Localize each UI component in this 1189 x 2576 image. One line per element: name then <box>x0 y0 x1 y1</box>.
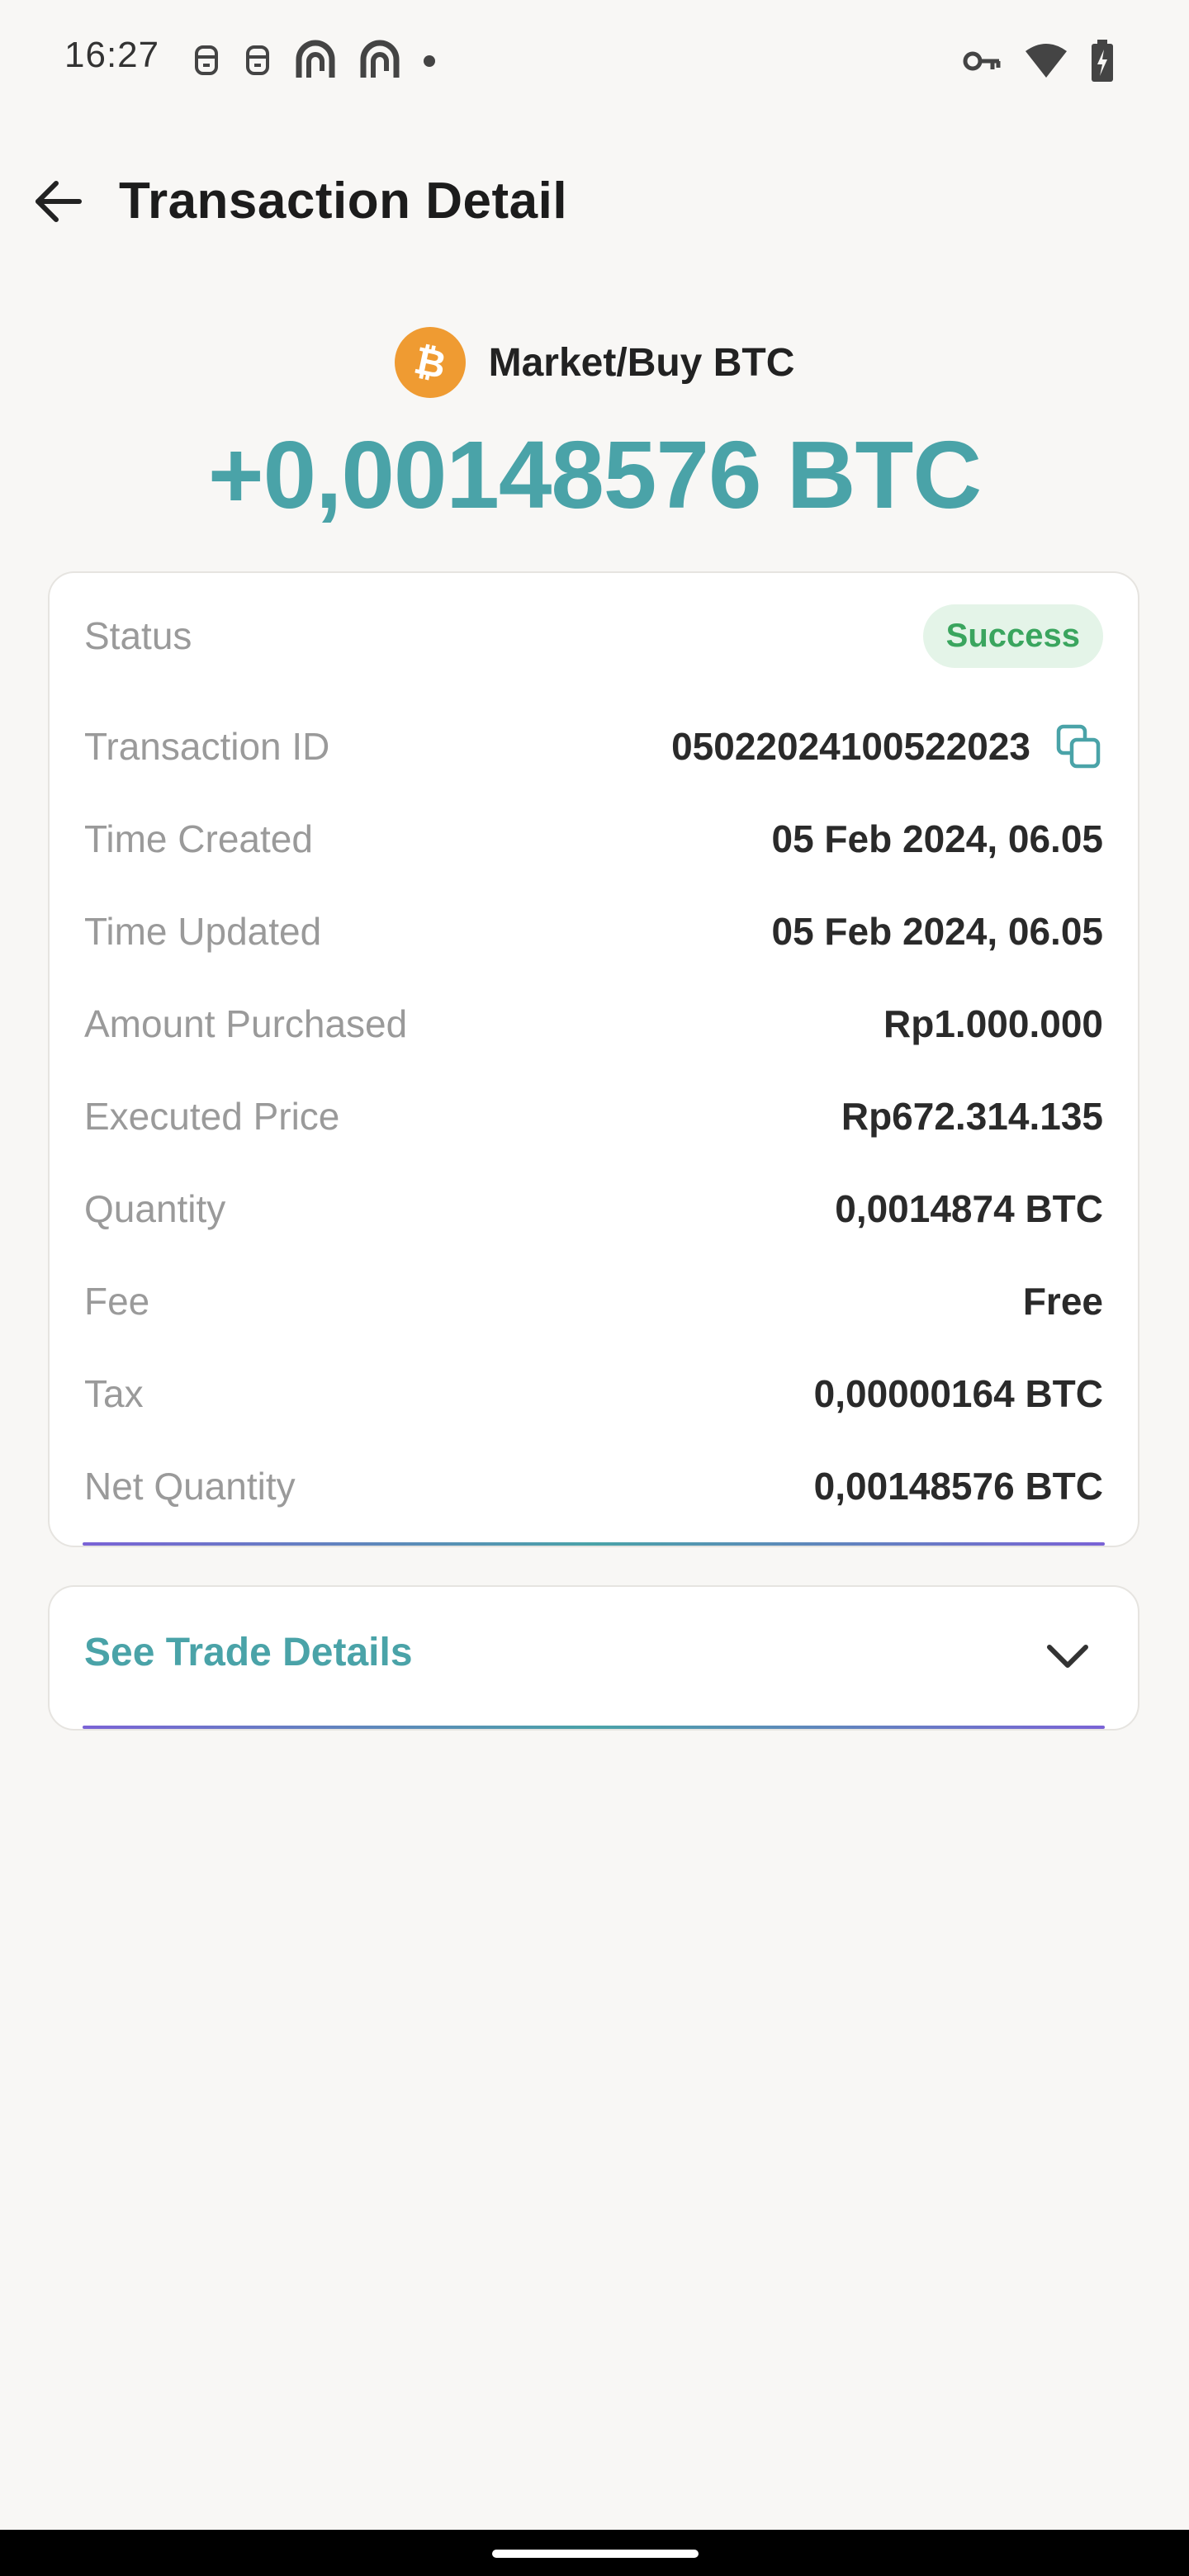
wifi-icon <box>1026 44 1067 78</box>
vpn-key-icon <box>963 51 1001 71</box>
detail-row-fee: Fee Free <box>84 1268 1103 1334</box>
home-gesture-handle[interactable] <box>492 2550 699 2558</box>
chevron-down-icon <box>1039 1628 1097 1686</box>
transaction-type-row: ₿ Market/Buy BTC <box>0 325 1189 400</box>
quantity-label: Quantity <box>84 1187 226 1230</box>
arrow-left-icon <box>36 181 82 222</box>
time-updated-value: 05 Feb 2024, 06.05 <box>771 910 1103 953</box>
net-quantity-value: 0,00148576 BTC <box>813 1465 1103 1508</box>
transaction-id-value: 05022024100522023 <box>671 725 1030 768</box>
transaction-details-card: Status Success Transaction ID 0502202410… <box>48 571 1139 1547</box>
time-updated-label: Time Updated <box>84 910 322 953</box>
tax-label: Tax <box>84 1372 144 1415</box>
fee-label: Fee <box>84 1280 150 1323</box>
battery-icon <box>1092 40 1113 82</box>
detail-row-transaction-id: Transaction ID 05022024100522023 <box>84 713 1103 779</box>
notification-icon <box>195 45 218 75</box>
notification-icon <box>246 45 269 75</box>
detail-row-executed-price: Executed Price Rp672.314.135 <box>84 1083 1103 1149</box>
amount-purchased-label: Amount Purchased <box>84 1002 408 1045</box>
status-badge: Success <box>922 604 1103 668</box>
status-label: Status <box>84 614 192 657</box>
time-created-value: 05 Feb 2024, 06.05 <box>771 817 1103 860</box>
app-icon <box>360 40 400 78</box>
quantity-value: 0,0014874 BTC <box>835 1187 1103 1230</box>
net-quantity-label: Net Quantity <box>84 1465 296 1508</box>
executed-price-value: Rp672.314.135 <box>841 1095 1103 1138</box>
transaction-id-value-wrap: 05022024100522023 <box>671 722 1103 771</box>
status-time: 16:27 <box>64 35 160 75</box>
transaction-amount: +0,00148576 BTC <box>207 421 982 528</box>
system-navigation-bar <box>0 2530 1189 2576</box>
transaction-type-label: Market/Buy BTC <box>488 340 795 385</box>
copy-button[interactable] <box>1054 722 1103 771</box>
detail-row-quantity: Quantity 0,0014874 BTC <box>84 1176 1103 1242</box>
bitcoin-icon: ₿ <box>394 327 466 398</box>
detail-row-time-updated: Time Updated 05 Feb 2024, 06.05 <box>84 898 1103 964</box>
tax-value: 0,00000164 BTC <box>813 1372 1103 1415</box>
app-icon <box>296 40 335 78</box>
executed-price-label: Executed Price <box>84 1095 340 1138</box>
status-bar: 16:27 <box>0 0 1189 116</box>
detail-row-time-created: Time Created 05 Feb 2024, 06.05 <box>84 806 1103 872</box>
fee-value: Free <box>1022 1280 1103 1323</box>
page-title: Transaction Detail <box>119 173 568 230</box>
app-header: Transaction Detail <box>0 157 1189 248</box>
transaction-id-label: Transaction ID <box>84 725 330 768</box>
detail-row-net-quantity: Net Quantity 0,00148576 BTC <box>84 1453 1103 1519</box>
svg-text:₿: ₿ <box>410 339 450 386</box>
detail-row-status: Status Success <box>84 603 1103 669</box>
time-created-label: Time Created <box>84 817 313 860</box>
amount-purchased-value: Rp1.000.000 <box>883 1002 1103 1045</box>
detail-row-amount-purchased: Amount Purchased Rp1.000.000 <box>84 991 1103 1057</box>
see-trade-details-button[interactable]: See Trade Details <box>48 1585 1139 1731</box>
status-icons-right <box>963 36 1115 86</box>
dot-icon <box>424 55 435 67</box>
see-trade-details-label: See Trade Details <box>84 1631 413 1674</box>
back-button[interactable] <box>25 168 91 234</box>
copy-icon <box>1056 724 1101 769</box>
detail-row-tax: Tax 0,00000164 BTC <box>84 1361 1103 1427</box>
status-icons-left <box>190 36 438 86</box>
